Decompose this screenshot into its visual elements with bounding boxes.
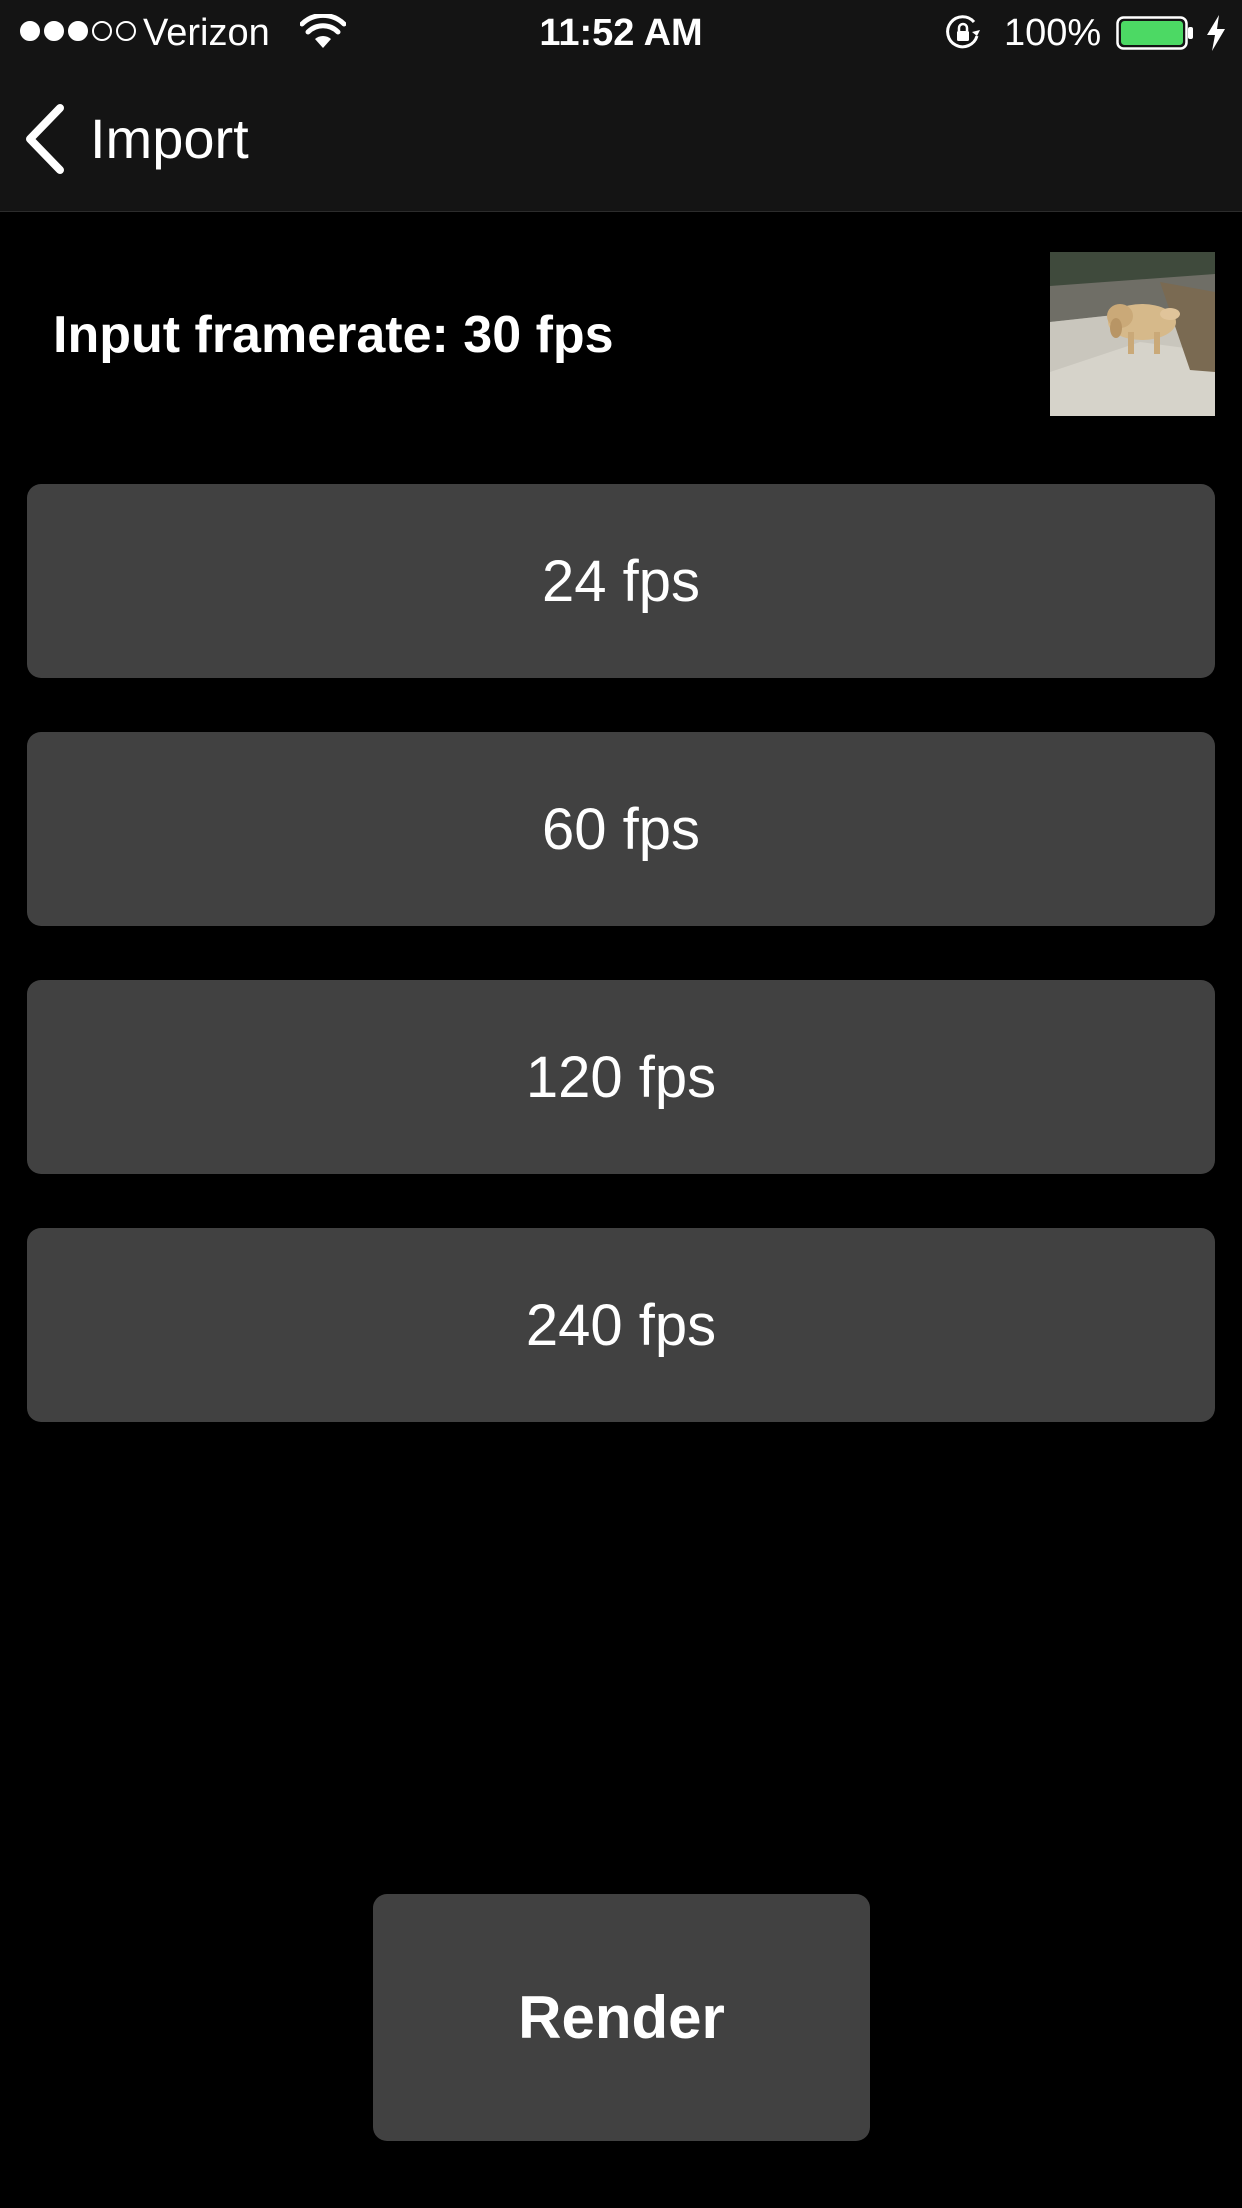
- fps-option-button[interactable]: 24 fps: [27, 484, 1215, 678]
- charging-icon: [1207, 15, 1225, 51]
- back-button-label: Import: [90, 107, 249, 170]
- status-bar: Verizon 11:52 AM 100%: [0, 0, 1242, 66]
- chevron-left-icon: [26, 104, 64, 174]
- fps-option-button[interactable]: 60 fps: [27, 732, 1215, 926]
- fps-option-label: 120 fps: [525, 1044, 717, 1110]
- video-thumbnail-image: [1050, 252, 1215, 416]
- fps-option-label: 240 fps: [525, 1292, 717, 1358]
- fps-option-label: 60 fps: [542, 796, 700, 862]
- fps-option-button[interactable]: 120 fps: [27, 980, 1215, 1174]
- fps-option-button[interactable]: 240 fps: [27, 1228, 1215, 1422]
- battery-icon: [1116, 16, 1193, 50]
- orientation-lock-icon: [946, 15, 980, 49]
- battery-percent: 100%: [1004, 12, 1102, 54]
- back-button[interactable]: Import: [20, 104, 249, 174]
- navigation-bar: Import: [0, 66, 1242, 212]
- render-button[interactable]: Render: [373, 1894, 870, 2141]
- render-button-label: Render: [518, 1984, 725, 2051]
- video-thumbnail: [1050, 252, 1215, 416]
- input-framerate-label: Input framerate: 30 fps: [53, 306, 614, 364]
- fps-option-label: 24 fps: [542, 548, 700, 614]
